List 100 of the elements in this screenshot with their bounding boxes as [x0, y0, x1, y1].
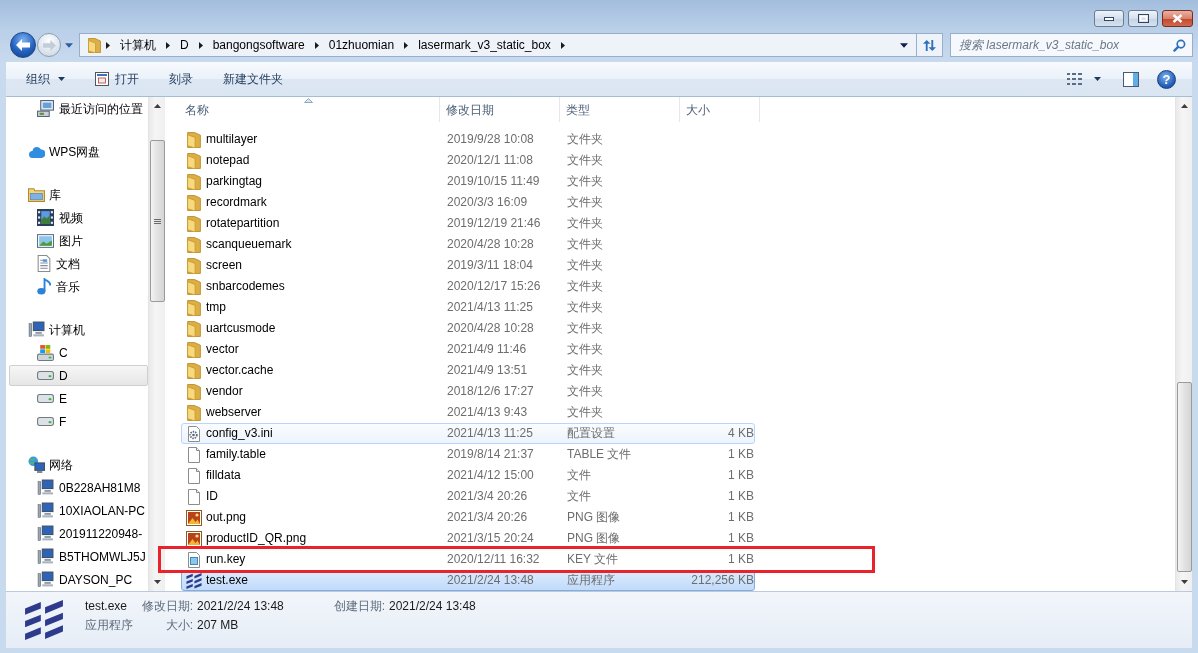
file-row[interactable]: parkingtag 2019/10/15 11:49 文件夹 [181, 171, 755, 192]
caret-icon[interactable] [900, 42, 908, 48]
file-row[interactable]: multilayer 2019/9/28 10:08 文件夹 [181, 129, 755, 150]
drive-icon [37, 417, 54, 426]
network-icon [28, 456, 45, 473]
nav-item[interactable]: 库 [9, 184, 148, 205]
file-size: 212,256 KB [691, 573, 754, 588]
nav-item[interactable]: E [9, 388, 148, 409]
pane-icon [1123, 71, 1139, 87]
folder-icon [186, 152, 202, 169]
scroll-down-icon[interactable] [1180, 580, 1188, 584]
address-bar[interactable]: 计算机 D bangongsoftware 01zhuomian lasermark_v3_static_box [79, 33, 917, 57]
file-row[interactable]: run.key 2020/12/11 16:32 KEY 文件 1 KB [181, 549, 755, 570]
nav-item[interactable]: 文档 [9, 253, 148, 274]
scrollbar-thumb[interactable] [149, 140, 165, 302]
file-row[interactable]: screen 2019/3/11 18:04 文件夹 [181, 255, 755, 276]
file-name: notepad [206, 153, 250, 168]
file-size: 1 KB [728, 510, 754, 525]
file-name: test.exe [85, 598, 128, 615]
modified-date: 2020/12/11 16:32 [447, 552, 540, 567]
scroll-down-icon[interactable] [153, 580, 161, 584]
file-name: out.png [206, 510, 247, 525]
nav-item[interactable]: 0B228AH81M8 [9, 477, 148, 498]
toolbar-button[interactable]: 新建文件夹 [215, 67, 291, 91]
file-row[interactable]: uartcusmode 2020/4/28 10:28 文件夹 [181, 318, 755, 339]
nav-item[interactable]: F [9, 411, 148, 432]
app-icon [24, 600, 64, 640]
modified-date: 2019/10/15 11:49 [447, 174, 540, 189]
column-header[interactable]: 类型 [560, 97, 680, 122]
nav-item[interactable]: 最近访问的位置 [9, 98, 148, 119]
modified-date: 2021/4/9 13:51 [447, 363, 528, 378]
file-row[interactable]: productID_QR.png 2021/3/15 20:24 PNG 图像 1 KB [181, 528, 755, 549]
file-row[interactable]: filldata 2021/4/12 15:00 文件 1 KB [181, 465, 755, 486]
nav-item[interactable]: C [9, 342, 148, 363]
nav-item[interactable]: 10XIAOLAN-PC [9, 500, 148, 521]
file-row[interactable]: config_v3.ini 2021/4/13 11:25 配置设置 4 KB [181, 423, 755, 444]
file-row[interactable]: snbarcodemes 2020/12/17 15:26 文件夹 [181, 276, 755, 297]
breadcrumb-link[interactable]: lasermark_v3_static_box [412, 37, 557, 53]
close-button[interactable] [1162, 10, 1193, 27]
nav-item[interactable]: WPS网盘 [9, 141, 148, 162]
file-type: KEY 文件 [567, 552, 619, 567]
nav-item[interactable]: DAYSON_PC [9, 569, 148, 590]
file-row[interactable]: vendor 2018/12/6 17:27 文件夹 [181, 381, 755, 402]
folder-icon [186, 383, 202, 400]
close-icon [1172, 14, 1183, 23]
file-row[interactable]: vector.cache 2021/4/9 13:51 文件夹 [181, 360, 755, 381]
field-value: 2021/2/24 13:48 [389, 598, 476, 615]
file-row[interactable]: notepad 2020/12/1 11:08 文件夹 [181, 150, 755, 171]
file-row[interactable]: out.png 2021/3/4 20:26 PNG 图像 1 KB [181, 507, 755, 528]
file-row[interactable]: recordmark 2020/3/3 16:09 文件夹 [181, 192, 755, 213]
breadcrumb-link[interactable]: 01zhuomian [322, 37, 401, 53]
column-header[interactable]: 名称 [165, 97, 440, 122]
nav-item[interactable]: D [9, 365, 148, 386]
scroll-up-icon[interactable] [1180, 104, 1188, 108]
file-row[interactable]: scanqueuemark 2020/4/28 10:28 文件夹 [181, 234, 755, 255]
file-row[interactable]: tmp 2021/4/13 11:25 文件夹 [181, 297, 755, 318]
breadcrumb-link[interactable]: 计算机 [114, 37, 162, 53]
file-row[interactable]: ID 2021/3/4 20:26 文件 1 KB [181, 486, 755, 507]
nav-item[interactable]: 图片 [9, 230, 148, 251]
file-name: screen [206, 258, 243, 273]
open-button[interactable]: 打开 [87, 67, 147, 91]
file-row[interactable]: vector 2021/4/9 11:46 文件夹 [181, 339, 755, 360]
modified-date: 2021/4/13 9:43 [447, 405, 528, 420]
column-header[interactable]: 大小 [680, 97, 760, 122]
scroll-up-icon[interactable] [153, 104, 161, 108]
minimize-button[interactable] [1094, 10, 1124, 27]
nav-item[interactable]: 网络 [9, 454, 148, 475]
nav-item[interactable]: 201911220948- [9, 523, 148, 544]
file-size: 1 KB [728, 489, 754, 504]
file-row[interactable]: family.table 2019/8/14 21:37 TABLE 文件 1 KB [181, 444, 755, 465]
breadcrumb-link[interactable]: bangongsoftware [206, 37, 311, 53]
nav-item[interactable]: B5THOMWLJ5J [9, 546, 148, 567]
file-row[interactable]: webserver 2021/4/13 9:43 文件夹 [181, 402, 755, 423]
search-field[interactable]: 搜索 lasermark_v3_static_box [950, 33, 1193, 57]
refresh-button[interactable] [917, 33, 943, 57]
maximize-button[interactable] [1128, 10, 1158, 27]
back-button[interactable] [10, 32, 36, 58]
computer-icon [37, 525, 54, 542]
file-name: test.exe [206, 573, 249, 588]
gear-file-icon [186, 425, 202, 442]
modified-date: 2020/12/1 11:08 [447, 153, 533, 168]
file-size: 1 KB [728, 468, 754, 483]
chevron-right-icon [166, 41, 170, 49]
breadcrumb-link[interactable]: D [174, 37, 195, 53]
nav-item[interactable]: 音乐 [9, 276, 148, 297]
file-name: snbarcodemes [206, 279, 285, 294]
computer-icon [37, 571, 54, 588]
file-size: 4 KB [728, 426, 754, 441]
nav-item[interactable]: 视频 [9, 207, 148, 228]
menu-button[interactable]: 组织 [18, 67, 73, 91]
chevron-right-icon [106, 41, 110, 49]
computer-icon [37, 479, 54, 496]
scrollbar-thumb[interactable] [1176, 382, 1192, 572]
file-row[interactable]: rotatepartition 2019/12/19 21:46 文件夹 [181, 213, 755, 234]
file-icon [186, 488, 202, 505]
file-type: PNG 图像 [567, 510, 621, 525]
file-icon [186, 467, 202, 484]
nav-item[interactable]: 计算机 [9, 319, 148, 340]
toolbar-button[interactable]: 刻录 [161, 67, 201, 91]
column-header[interactable]: 修改日期 [440, 97, 560, 122]
